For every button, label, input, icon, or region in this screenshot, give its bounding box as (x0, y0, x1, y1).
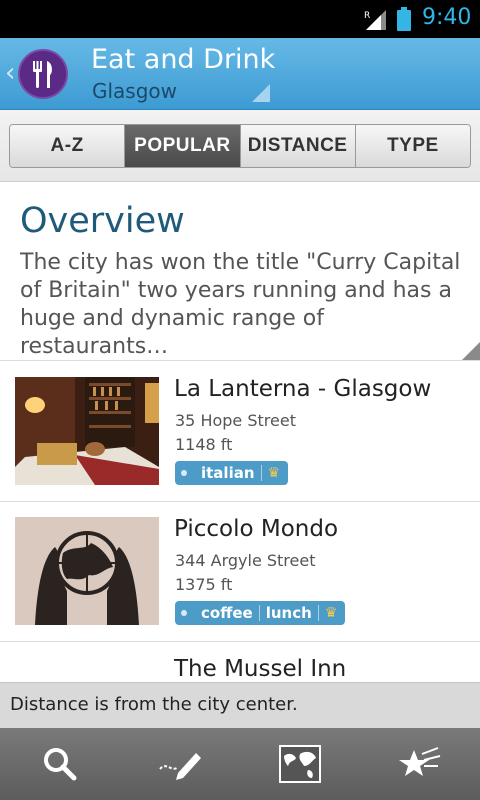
sort-tabs-bar: A-Z POPULAR DISTANCE TYPE (0, 110, 480, 182)
tag-label: italian (201, 464, 255, 482)
overview-section[interactable]: Overview The city has won the title "Cur… (0, 183, 480, 361)
page-title[interactable]: Eat and Drink (91, 44, 275, 75)
search-button[interactable] (0, 728, 120, 800)
tag-badge: italian ♛ (175, 461, 289, 485)
chevron-left-icon[interactable]: ‹ (5, 58, 15, 88)
edit-icon (159, 753, 201, 780)
signal-icon: R (364, 10, 386, 30)
notice-text: Distance is from the city center. (10, 694, 298, 715)
overview-text: The city has won the title "Curry Capita… (20, 250, 461, 359)
crown-icon: ♛ (324, 605, 338, 621)
map-button[interactable] (240, 728, 360, 800)
clock: 9:40 (422, 5, 472, 30)
place-name: Piccolo Mondo (174, 516, 339, 542)
places-list: La Lanterna - Glasgow 35 Hope Street 114… (0, 362, 480, 702)
tab-popular[interactable]: POPULAR (125, 125, 241, 167)
crown-icon: ♛ (267, 465, 281, 481)
tab-distance[interactable]: DISTANCE (240, 125, 356, 167)
place-address: 344 Argyle Street (175, 551, 316, 570)
list-item[interactable]: La Lanterna - Glasgow 35 Hope Street 114… (0, 362, 480, 502)
edit-button[interactable] (120, 728, 240, 800)
tag-label: coffee (201, 604, 253, 622)
distance-notice: Distance is from the city center. (0, 682, 480, 728)
status-bar: R 9:40 (0, 0, 480, 38)
place-name: The Mussel Inn (174, 656, 347, 682)
sort-tabs: A-Z POPULAR DISTANCE TYPE (9, 124, 471, 168)
place-address: 35 Hope Street (175, 411, 296, 430)
tab-type[interactable]: TYPE (355, 125, 470, 167)
place-photo (15, 517, 159, 625)
dropdown-triangle-icon[interactable] (252, 84, 270, 102)
tag-badge: coffee lunch ♛ (175, 601, 346, 625)
search-icon (44, 748, 77, 781)
bottom-toolbar (0, 728, 480, 800)
action-bar: ‹ Eat and Drink Glasgow (0, 38, 480, 110)
fork-knife-icon[interactable] (18, 49, 68, 99)
list-item[interactable]: Piccolo Mondo 344 Argyle Street 1375 ft … (0, 502, 480, 642)
expand-corner-icon[interactable] (462, 342, 480, 360)
favorites-icon (399, 747, 441, 776)
overview-heading: Overview (20, 201, 185, 241)
network-label: R (364, 11, 370, 21)
favorites-button[interactable] (360, 728, 480, 800)
tag-label: lunch (265, 604, 312, 622)
place-distance: 1148 ft (175, 435, 233, 454)
tab-a-z[interactable]: A-Z (10, 125, 126, 167)
place-photo (15, 377, 159, 485)
map-icon (279, 745, 321, 783)
battery-icon (397, 7, 411, 31)
place-name: La Lanterna - Glasgow (174, 376, 432, 402)
place-distance: 1375 ft (175, 575, 233, 594)
city-subtitle[interactable]: Glasgow (92, 79, 177, 103)
